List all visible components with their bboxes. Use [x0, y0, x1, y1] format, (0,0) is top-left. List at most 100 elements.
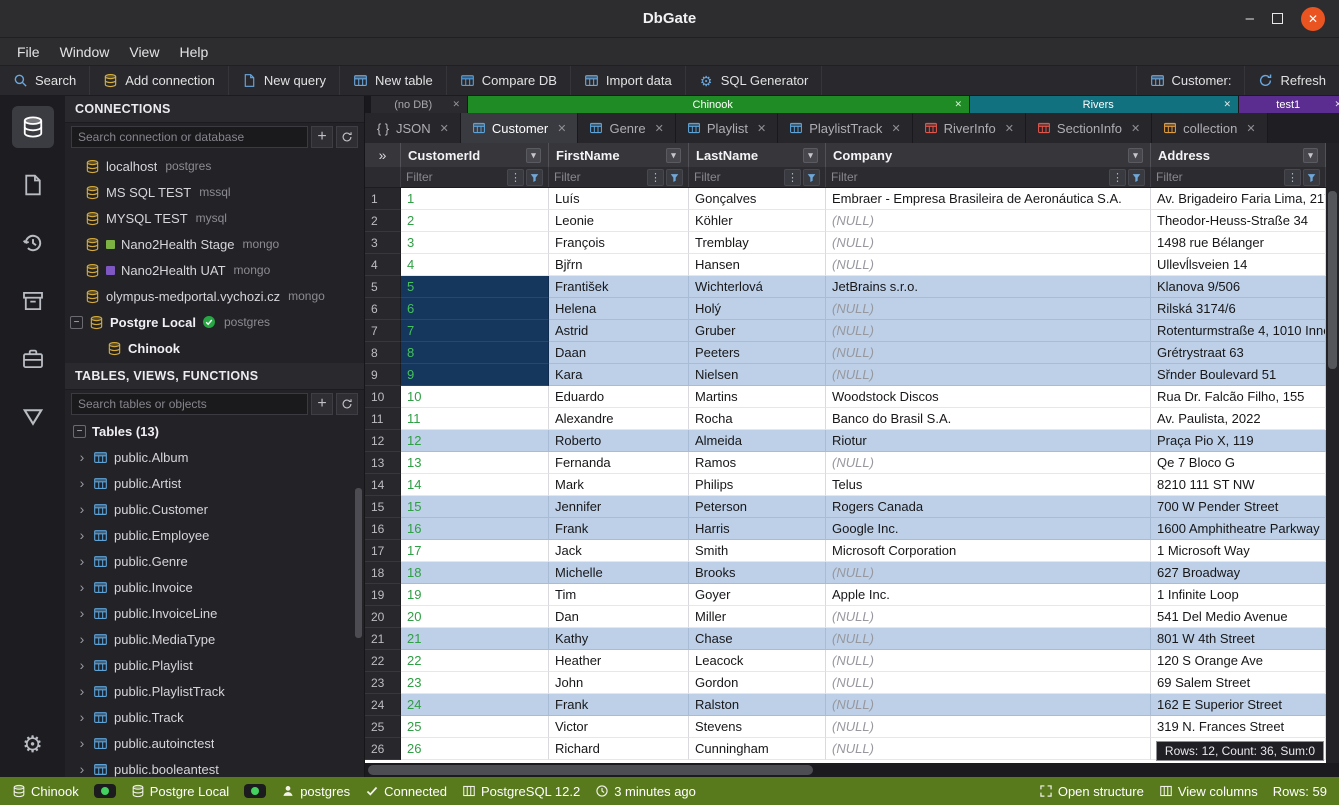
grid-cell[interactable]: JetBrains s.r.o.	[826, 276, 1151, 298]
status-connected[interactable]: Connected	[365, 784, 447, 799]
table-item[interactable]: ›public.MediaType	[65, 626, 364, 652]
row-number[interactable]: 22	[365, 650, 401, 672]
grid-cell[interactable]: (NULL)	[826, 562, 1151, 584]
close-icon[interactable]: ✕	[1223, 99, 1231, 110]
tab-playlist[interactable]: Playlist✕	[676, 113, 778, 143]
grid-cell[interactable]: Miller	[689, 606, 826, 628]
filter-menu-button[interactable]: ⋮	[1109, 169, 1126, 186]
grid-cell[interactable]: František	[549, 276, 689, 298]
grid-cell[interactable]: Eduardo	[549, 386, 689, 408]
grid-cell[interactable]: Banco do Brasil S.A.	[826, 408, 1151, 430]
chevron-right-icon[interactable]: ›	[77, 735, 87, 751]
nav-archive[interactable]	[12, 280, 54, 322]
chevron-right-icon[interactable]: ›	[77, 631, 87, 647]
menu-window[interactable]: Window	[51, 41, 119, 63]
grid-cell[interactable]: Hansen	[689, 254, 826, 276]
chevron-right-icon[interactable]: ›	[77, 657, 87, 673]
grid-row[interactable]: 1313FernandaRamos(NULL)Qe 7 Bloco G	[365, 452, 1326, 474]
table-item[interactable]: ›public.Invoice	[65, 574, 364, 600]
filter-cell-company[interactable]: Filter⋮	[826, 167, 1151, 187]
grid-cell[interactable]: 7	[401, 320, 549, 342]
status-connection-indicator[interactable]	[94, 784, 116, 798]
grid-row[interactable]: 88DaanPeeters(NULL)Grétrystraat 63	[365, 342, 1326, 364]
grid-row[interactable]: 1010EduardoMartinsWoodstock DiscosRua Dr…	[365, 386, 1326, 408]
grid-row[interactable]: 33FrançoisTremblay(NULL)1498 rue Bélange…	[365, 232, 1326, 254]
column-header-address[interactable]: Address▾	[1151, 143, 1326, 167]
status-postgres[interactable]: postgres	[281, 784, 350, 799]
grid-row[interactable]: 77AstridGruber(NULL)Rotenturmstraße 4, 1…	[365, 320, 1326, 342]
grid-row[interactable]: 1919TimGoyerApple Inc.1 Infinite Loop	[365, 584, 1326, 606]
grid-cell[interactable]: 8210 111 ST NW	[1151, 474, 1326, 496]
grid-cell[interactable]: Smith	[689, 540, 826, 562]
tab-genre[interactable]: Genre✕	[578, 113, 675, 143]
grid-cell[interactable]: 162 E Superior Street	[1151, 694, 1326, 716]
grid-cell[interactable]: Qe 7 Bloco G	[1151, 452, 1326, 474]
row-number[interactable]: 4	[365, 254, 401, 276]
grid-cell[interactable]: Harris	[689, 518, 826, 540]
maximize-button[interactable]	[1272, 13, 1283, 24]
toolbar-search-button[interactable]: Search	[0, 66, 90, 95]
status-open-structure[interactable]: Open structure	[1039, 784, 1144, 799]
grid-vertical-scrollbar[interactable]	[1326, 143, 1339, 763]
close-icon[interactable]: ✕	[452, 99, 460, 110]
toolbar-sql-generator-button[interactable]: ⚙SQL Generator	[686, 66, 823, 95]
menu-help[interactable]: Help	[170, 41, 217, 63]
close-icon[interactable]: ✕	[1246, 122, 1255, 135]
row-number[interactable]: 25	[365, 716, 401, 738]
grid-cell[interactable]: 6	[401, 298, 549, 320]
tables-group[interactable]: − Tables (13)	[65, 418, 364, 444]
tables-scrollbar[interactable]	[355, 488, 362, 638]
grid-cell[interactable]: 700 W Pender Street	[1151, 496, 1326, 518]
grid-cell[interactable]: 319 N. Frances Street	[1151, 716, 1326, 738]
column-header-firstname[interactable]: FirstName▾	[549, 143, 689, 167]
grid-cell[interactable]: Embraer - Empresa Brasileira de Aeronáut…	[826, 188, 1151, 210]
grid-cell[interactable]: Michelle	[549, 562, 689, 584]
grid-cell[interactable]: Gordon	[689, 672, 826, 694]
table-item[interactable]: ›public.Employee	[65, 522, 364, 548]
grid-row[interactable]: 2424FrankRalston(NULL)162 E Superior Str…	[365, 694, 1326, 716]
grid-cell[interactable]: Richard	[549, 738, 689, 760]
toolbar-import-data-button[interactable]: Import data	[571, 66, 686, 95]
grid-cell[interactable]: Av. Paulista, 2022	[1151, 408, 1326, 430]
tab-riverinfo[interactable]: RiverInfo✕	[913, 113, 1026, 143]
column-header-company[interactable]: Company▾	[826, 143, 1151, 167]
grid-cell[interactable]: 22	[401, 650, 549, 672]
grid-row[interactable]: 55FrantišekWichterlováJetBrains s.r.o.Kl…	[365, 276, 1326, 298]
status-view-columns[interactable]: View columns	[1159, 784, 1258, 799]
toolbar-new-table-button[interactable]: New table	[340, 66, 447, 95]
close-icon[interactable]: ✕	[757, 122, 766, 135]
column-dropdown-button[interactable]: ▾	[1128, 148, 1143, 163]
grid-cell[interactable]: Philips	[689, 474, 826, 496]
grid-cell[interactable]: 25	[401, 716, 549, 738]
grid-cell[interactable]: Frank	[549, 694, 689, 716]
toolbar-new-query-button[interactable]: New query	[229, 66, 340, 95]
row-number[interactable]: 1	[365, 188, 401, 210]
grid-cell[interactable]: Leonie	[549, 210, 689, 232]
row-number[interactable]: 3	[365, 232, 401, 254]
row-number[interactable]: 10	[365, 386, 401, 408]
grid-cell[interactable]: Tim	[549, 584, 689, 606]
table-item[interactable]: ›public.autoinctest	[65, 730, 364, 756]
grid-row[interactable]: 1414MarkPhilipsTelus8210 111 ST NW	[365, 474, 1326, 496]
grid-horizontal-scrollbar[interactable]	[365, 763, 1339, 777]
grid-cell[interactable]: 9	[401, 364, 549, 386]
filter-cell-customerid[interactable]: Filter⋮	[401, 167, 549, 187]
row-number[interactable]: 16	[365, 518, 401, 540]
grid-cell[interactable]: Jennifer	[549, 496, 689, 518]
filter-funnel-button[interactable]	[803, 169, 820, 186]
table-item[interactable]: ›public.InvoiceLine	[65, 600, 364, 626]
grid-row[interactable]: 2323JohnGordon(NULL)69 Salem Street	[365, 672, 1326, 694]
grid-cell[interactable]: Google Inc.	[826, 518, 1151, 540]
grid-cell[interactable]: Luís	[549, 188, 689, 210]
chevron-right-icon[interactable]: ›	[77, 475, 87, 491]
grid-cell[interactable]: 627 Broadway	[1151, 562, 1326, 584]
grid-cell[interactable]: 120 S Orange Ave	[1151, 650, 1326, 672]
grid-cell[interactable]: Gruber	[689, 320, 826, 342]
table-item[interactable]: ›public.Genre	[65, 548, 364, 574]
row-number[interactable]: 5	[365, 276, 401, 298]
grid-cell[interactable]: Peeters	[689, 342, 826, 364]
chevron-right-icon[interactable]: ›	[77, 449, 87, 465]
connections-refresh-button[interactable]	[336, 126, 358, 148]
row-number[interactable]: 19	[365, 584, 401, 606]
close-icon[interactable]: ✕	[557, 122, 566, 135]
